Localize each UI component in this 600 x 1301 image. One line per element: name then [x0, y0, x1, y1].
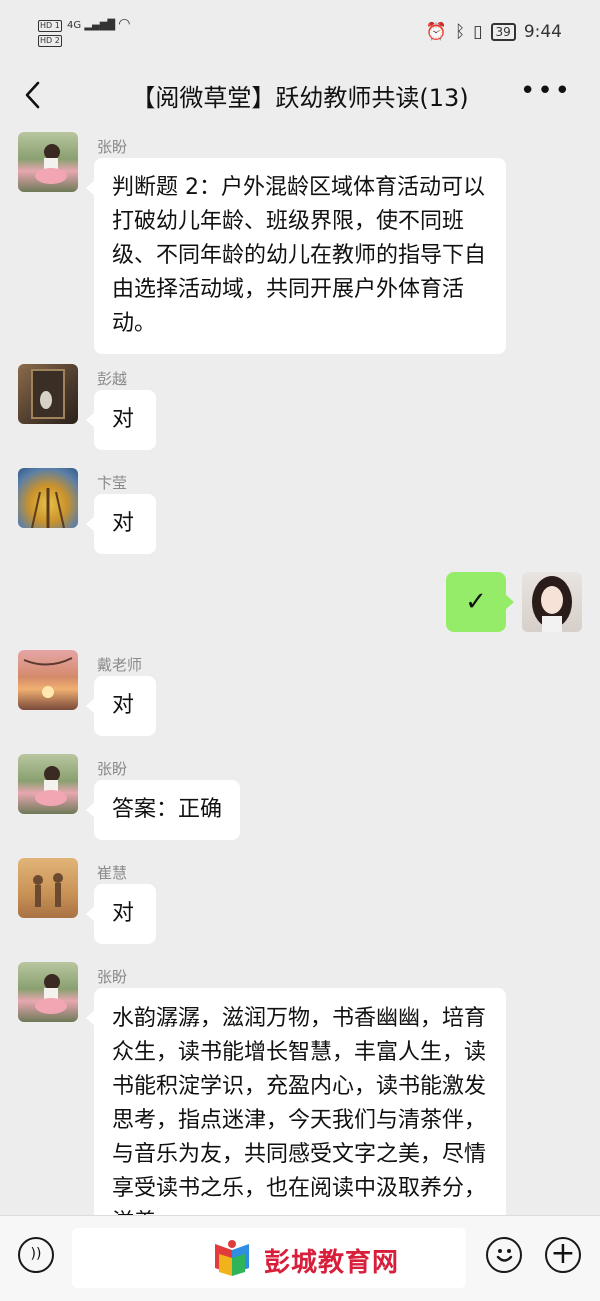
emoji-icon[interactable] [486, 1237, 522, 1273]
message-row: 张盼 判断题 2：户外混龄区域体育活动可以打破幼儿年龄、班级界限，使不同班级、不… [0, 130, 600, 354]
chat-header: 【阅微草堂】跃幼教师共读(13) ••• [0, 66, 600, 126]
avatar[interactable] [18, 132, 78, 192]
signal-icon: ▂▄▆█ [84, 20, 116, 31]
avatar[interactable] [18, 468, 78, 528]
chat-title: 【阅微草堂】跃幼教师共读(13) [131, 84, 469, 112]
message-input[interactable]: 彭城教育网 [72, 1228, 466, 1288]
avatar[interactable] [18, 962, 78, 1022]
more-horizontal-icon[interactable]: ••• [520, 78, 572, 104]
wifi-icon: ◠ [118, 16, 131, 32]
avatar-self[interactable] [522, 572, 582, 632]
voice-icon[interactable]: )) [18, 1237, 54, 1273]
avatar[interactable] [18, 364, 78, 424]
network-label: 4G [67, 20, 82, 31]
sender-name: 彭越 [97, 370, 128, 388]
status-right: ⏰ ᛒ ▯ 39 9:44 [426, 22, 562, 42]
alarm-icon: ⏰ [425, 22, 447, 42]
message-row: 张盼 答案：正确 [0, 754, 600, 844]
avatar[interactable] [18, 650, 78, 710]
message-bubble[interactable]: 对 [86, 676, 156, 736]
message-bubble[interactable]: 对 [86, 884, 156, 944]
status-bar: HD 1 4G ▂▄▆█ ◠ HD 2 ⏰ ᛒ ▯ 39 9:44 [0, 0, 600, 66]
message-bubble[interactable]: 判断题 2：户外混龄区域体育活动可以打破幼儿年龄、班级界限，使不同班级、不同年龄… [86, 158, 506, 354]
book-logo-icon [207, 1238, 257, 1278]
avatar[interactable] [18, 858, 78, 918]
message-row: 张盼 水韵潺潺，滋润万物，书香幽幽，培育众生，读书能增长智慧，丰富人生，读书能积… [0, 962, 600, 1215]
message-row: 崔慧 对 [0, 858, 600, 948]
sender-name: 张盼 [97, 968, 128, 986]
sender-name: 卞莹 [97, 474, 128, 492]
message-row: 彭越 对 [0, 364, 600, 454]
message-bubble[interactable]: 对 [86, 494, 156, 554]
message-bubble[interactable]: 水韵潺潺，滋润万物，书香幽幽，培育众生，读书能增长智慧，丰富人生，读书能积淀学识… [86, 988, 506, 1215]
message-row-self: ✓ [0, 572, 600, 636]
message-row: 卞莹 对 [0, 468, 600, 558]
sender-name: 张盼 [97, 760, 128, 778]
message-bubble[interactable]: 对 [86, 390, 156, 450]
sim1-badge: HD 1 [38, 20, 62, 32]
signal-indicators: HD 1 4G ▂▄▆█ ◠ HD 2 [38, 16, 130, 47]
message-row: 戴老师 对 [0, 650, 600, 740]
message-bubble-self[interactable]: ✓ [446, 572, 514, 632]
input-bar: )) 彭城教育网 + [0, 1215, 600, 1301]
sender-name: 张盼 [97, 138, 128, 156]
message-bubble[interactable]: 答案：正确 [85, 780, 241, 840]
plus-icon[interactable]: + [545, 1237, 581, 1273]
sender-name: 戴老师 [97, 656, 143, 674]
sim2-badge: HD 2 [38, 35, 62, 47]
watermark-text: 彭城教育网 [264, 1248, 400, 1278]
battery-icon: 39 [490, 23, 516, 41]
sender-name: 崔慧 [97, 864, 128, 882]
bluetooth-icon: ᛒ [454, 22, 466, 42]
vibrate-icon: ▯ [473, 22, 483, 42]
clock: 9:44 [523, 22, 562, 42]
avatar[interactable] [18, 754, 78, 814]
